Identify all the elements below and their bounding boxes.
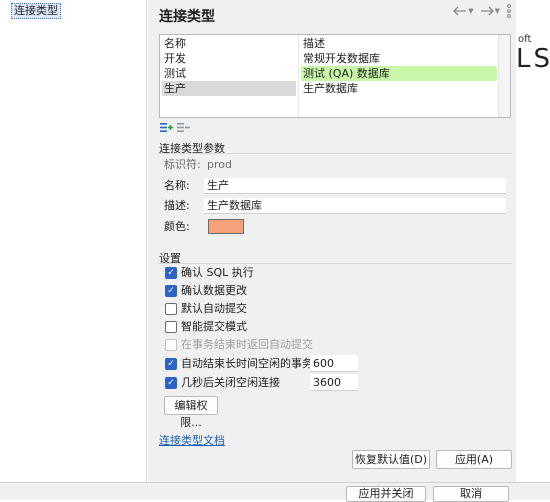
background-window: oft LS <box>516 0 550 482</box>
auto-commit-checkbox[interactable]: 默认自动提交 <box>165 301 247 317</box>
row-name: 生产 <box>162 81 296 96</box>
checkbox-checked-icon[interactable]: ✓ <box>165 358 177 370</box>
idle-connection-seconds-input[interactable]: 3600 <box>310 374 358 391</box>
connection-types-panel: 连接类型 ▼ ▼ 名称 描述 开发 常规开发数据库 测试 测试 (QA) 数据库 <box>148 0 516 482</box>
preferences-tree: 连接类型 <box>0 0 147 482</box>
table-scrollbar[interactable] <box>498 35 510 117</box>
name-input[interactable]: 生产 <box>204 178 506 194</box>
table-actions <box>160 122 190 136</box>
remove-connection-type-icon[interactable] <box>177 122 190 136</box>
smart-commit-checkbox[interactable]: 智能提交模式 <box>165 319 247 335</box>
checkbox-checked-icon[interactable]: ✓ <box>165 285 177 297</box>
column-header-name[interactable]: 名称 <box>162 36 296 51</box>
table-row[interactable]: 开发 常规开发数据库 <box>162 51 498 66</box>
checkbox-label: 确认数据更改 <box>181 284 247 297</box>
checkbox-label: 自动结束长时间空闲的事务 <box>181 357 313 370</box>
back-arrow-icon[interactable]: ▼ <box>453 4 474 18</box>
checkbox-unchecked-icon[interactable] <box>165 321 177 333</box>
checkbox-unchecked-icon[interactable] <box>165 303 177 315</box>
checkbox-checked-icon[interactable]: ✓ <box>165 267 177 279</box>
name-label: 名称: <box>164 179 190 192</box>
add-connection-type-icon[interactable] <box>160 122 173 136</box>
row-description: 常规开发数据库 <box>303 52 380 65</box>
connection-types-table: 名称 描述 开发 常规开发数据库 测试 测试 (QA) 数据库 生产 生产数据库 <box>159 34 511 118</box>
column-header-description[interactable]: 描述 <box>301 36 497 51</box>
group-divider <box>158 153 512 154</box>
connection-types-doc-link[interactable]: 连接类型文档 <box>159 432 225 448</box>
checkbox-label: 确认 SQL 执行 <box>181 266 254 279</box>
id-value: prod <box>207 158 232 171</box>
table-header: 名称 描述 <box>162 36 498 51</box>
confirm-sql-checkbox[interactable]: ✓ 确认 SQL 执行 <box>165 265 254 281</box>
end-idle-transaction-checkbox[interactable]: ✓ 自动结束长时间空闲的事务 <box>165 356 313 372</box>
chevron-down-icon[interactable]: ▼ <box>468 7 473 15</box>
checkbox-label: 在事务结束时返回自动提交 <box>181 338 313 351</box>
header-navigation: ▼ ▼ <box>453 4 512 18</box>
close-idle-connection-checkbox[interactable]: ✓ 几秒后关闭空闲连接 <box>165 375 280 391</box>
row-description: 测试 (QA) 数据库 <box>301 66 497 81</box>
dialog-footer: 应用并关闭 取消 <box>0 482 550 502</box>
more-menu-icon[interactable] <box>506 4 512 18</box>
description-label: 描述: <box>164 199 190 212</box>
checkbox-disabled-icon <box>165 339 177 351</box>
row-description: 生产数据库 <box>303 82 358 95</box>
page-title: 连接类型 <box>159 9 215 25</box>
apply-button[interactable]: 应用(A) <box>436 450 512 469</box>
checkbox-checked-icon[interactable]: ✓ <box>165 377 177 389</box>
chevron-down-icon[interactable]: ▼ <box>495 7 500 15</box>
table-row-selected[interactable]: 生产 生产数据库 <box>162 81 498 96</box>
checkbox-label: 智能提交模式 <box>181 320 247 333</box>
group-divider <box>158 263 512 264</box>
checkbox-label: 几秒后关闭空闲连接 <box>181 376 280 389</box>
row-name: 开发 <box>164 52 186 65</box>
tree-item-connection-types[interactable]: 连接类型 <box>11 3 61 19</box>
color-picker-button[interactable] <box>208 219 244 234</box>
checkbox-label: 默认自动提交 <box>181 302 247 315</box>
return-auto-commit-checkbox: 在事务结束时返回自动提交 <box>165 337 313 353</box>
background-logo-text: LS <box>516 44 550 74</box>
description-input[interactable]: 生产数据库 <box>204 198 506 214</box>
color-label: 颜色: <box>164 220 190 233</box>
confirm-data-change-checkbox[interactable]: ✓ 确认数据更改 <box>165 283 247 299</box>
forward-arrow-icon[interactable]: ▼ <box>480 4 500 18</box>
table-row[interactable]: 测试 测试 (QA) 数据库 <box>162 66 498 81</box>
row-name: 测试 <box>164 67 186 80</box>
edit-permissions-button[interactable]: 编辑权限... <box>164 396 218 429</box>
idle-transaction-seconds-input[interactable]: 600 <box>310 355 358 372</box>
id-label: 标识符: <box>164 158 201 171</box>
restore-defaults-button[interactable]: 恢复默认值(D) <box>352 450 430 469</box>
